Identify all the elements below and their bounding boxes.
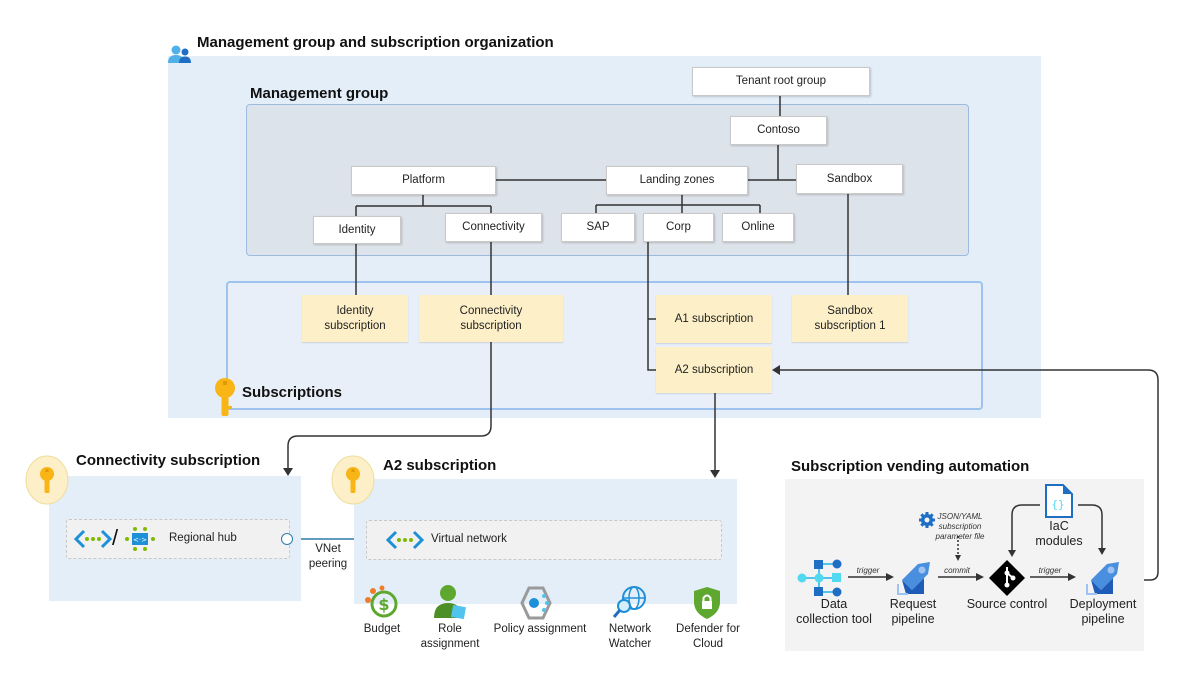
request-pipeline-label: Request pipeline [880,597,946,627]
parameter-file-label: JSON/YAML subscription parameter file [932,512,988,542]
data-collection-tool-icon [797,559,847,597]
param-line3: parameter file [935,532,985,541]
edge-commit: commit [944,566,970,575]
data-collection-line2: collection tool [796,612,872,626]
param-line2: subscription [938,522,982,531]
source-control-icon [988,559,1026,597]
edge-trigger-request: trigger [856,566,880,575]
deployment-line1: Deployment [1069,597,1137,611]
iac-line1: IaC [1049,519,1069,533]
deployment-pipeline-label: Deployment pipeline [1063,597,1143,627]
svg-text:{}: {} [1051,498,1064,511]
request-pipeline-icon [896,560,932,596]
request-line1: Request [889,597,937,611]
source-control-label: Source control [966,597,1048,611]
deployment-pipeline-icon [1085,560,1121,596]
param-line1: JSON/YAML [937,512,983,521]
data-collection-tool-label: Data collection tool [786,597,882,627]
iac-file-icon: {} [1045,484,1073,518]
data-collection-line1: Data [820,597,848,611]
deployment-line2: pipeline [1081,612,1125,626]
iac-line2: modules [1035,534,1083,548]
iac-modules-label: IaC modules [1030,519,1088,549]
edge-trigger-deploy: trigger [1038,566,1062,575]
request-line2: pipeline [891,612,935,626]
